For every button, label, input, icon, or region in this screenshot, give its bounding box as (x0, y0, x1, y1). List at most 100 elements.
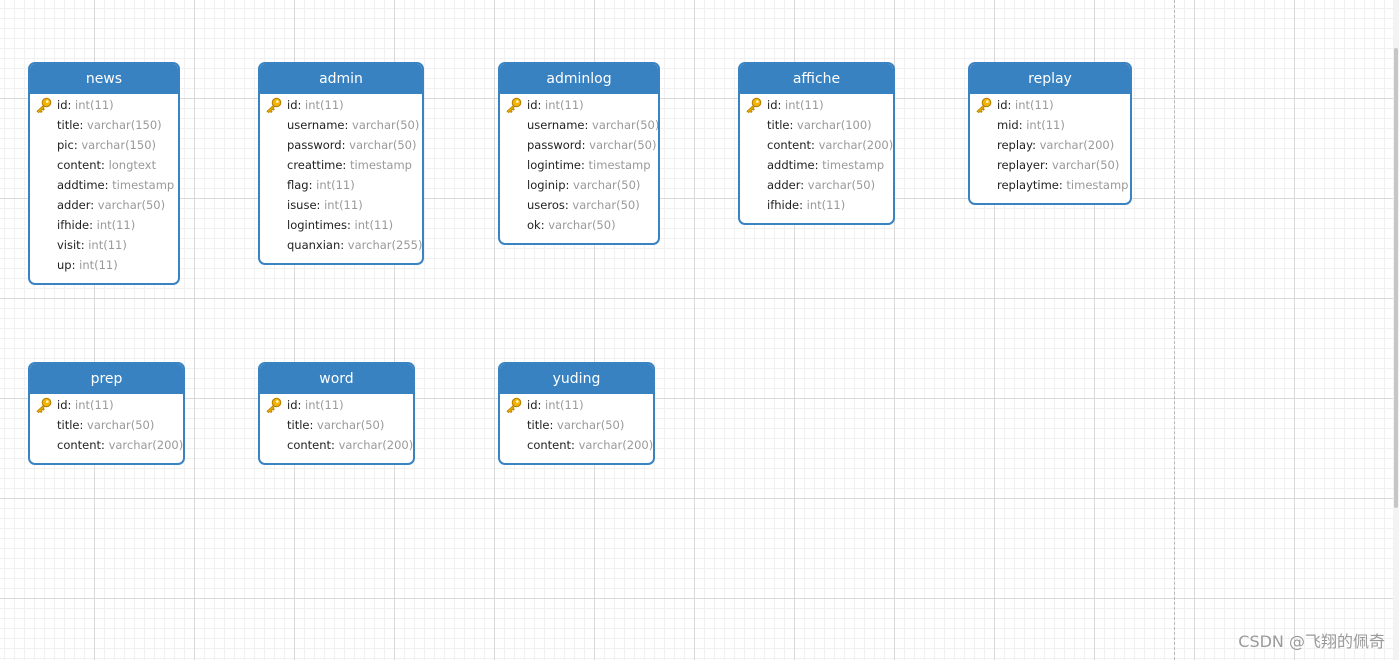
field-row[interactable]: title: varchar(150) (30, 115, 178, 135)
table-prep[interactable]: prep id: int(11) title: varchar(50) content… (28, 362, 185, 465)
field-type: varchar(150) (87, 118, 162, 132)
field-list: id: int(11) title: varchar(50) content: va… (30, 394, 183, 463)
field-type: longtext (108, 158, 157, 172)
field-row[interactable]: username: varchar(50) (500, 115, 658, 135)
field-row[interactable]: replaytime: timestamp (970, 175, 1130, 195)
field-type: varchar(200) (338, 438, 414, 452)
field-row[interactable]: replayer: varchar(50) (970, 155, 1130, 175)
field-name: id (57, 98, 68, 112)
field-row[interactable]: isuse: int(11) (260, 195, 422, 215)
field-name: content (527, 438, 572, 452)
field-row[interactable]: flag: int(11) (260, 175, 422, 195)
field-list: id: int(11) mid: int(11) replay: varchar(2… (970, 94, 1130, 203)
field-type: varchar(200) (818, 138, 894, 152)
field-name: useros (527, 198, 565, 212)
field-type: int(11) (88, 238, 127, 252)
field-name: adder (767, 178, 801, 192)
table-yuding[interactable]: yuding id: int(11) title: varchar(50) conte… (498, 362, 655, 465)
field-row[interactable]: logintime: timestamp (500, 155, 658, 175)
field-type: varchar(50) (97, 198, 166, 212)
table-title: replay (970, 64, 1130, 94)
field-row[interactable]: id: int(11) (500, 395, 653, 415)
field-list: id: int(11) title: varchar(100) content: v… (740, 94, 893, 223)
field-name: replay (997, 138, 1033, 152)
field-row[interactable]: content: varchar(200) (500, 435, 653, 455)
field-row[interactable]: useros: varchar(50) (500, 195, 658, 215)
field-row[interactable]: title: varchar(50) (30, 415, 183, 435)
table-affiche[interactable]: affiche id: int(11) title: varchar(100) con… (738, 62, 895, 225)
field-row[interactable]: password: varchar(50) (260, 135, 422, 155)
csdn-watermark: CSDN @飞翔的佩奇 (1238, 632, 1385, 651)
scrollbar-thumb[interactable] (1394, 48, 1398, 508)
field-row[interactable]: content: longtext (30, 155, 178, 175)
table-title: admin (260, 64, 422, 94)
field-row[interactable]: logintimes: int(11) (260, 215, 422, 235)
table-word[interactable]: word id: int(11) title: varchar(50) content… (258, 362, 415, 465)
field-row[interactable]: password: varchar(50) (500, 135, 658, 155)
field-row[interactable]: quanxian: varchar(255) (260, 235, 422, 255)
field-row[interactable]: id: int(11) (740, 95, 893, 115)
field-row[interactable]: id: int(11) (30, 95, 178, 115)
table-adminlog[interactable]: adminlog id: int(11) username: varchar(50)… (498, 62, 660, 245)
field-row[interactable]: creattime: timestamp (260, 155, 422, 175)
field-name: id (287, 98, 298, 112)
field-type: int(11) (1026, 118, 1065, 132)
key-icon (975, 97, 992, 113)
field-name: ok (527, 218, 541, 232)
key-icon (35, 397, 52, 413)
field-row[interactable]: replay: varchar(200) (970, 135, 1130, 155)
field-name: replayer (997, 158, 1045, 172)
field-row[interactable]: ok: varchar(50) (500, 215, 658, 235)
table-replay[interactable]: replay id: int(11) mid: int(11) replay: var… (968, 62, 1132, 205)
field-type: varchar(50) (317, 418, 385, 432)
field-row[interactable]: id: int(11) (260, 395, 413, 415)
field-row[interactable]: ifhide: int(11) (30, 215, 178, 235)
table-news[interactable]: news id: int(11) title: varchar(150) pic: v… (28, 62, 180, 285)
field-row[interactable]: content: varchar(200) (740, 135, 893, 155)
vertical-scrollbar[interactable] (1393, 0, 1399, 660)
field-row[interactable]: addtime: timestamp (740, 155, 893, 175)
field-row[interactable]: content: varchar(200) (260, 435, 413, 455)
field-separator: : (67, 98, 76, 112)
field-row[interactable]: title: varchar(50) (500, 415, 653, 435)
field-separator: : (549, 418, 558, 432)
table-admin[interactable]: admin id: int(11) username: varchar(50) pas… (258, 62, 424, 265)
field-list: id: int(11) title: varchar(50) content: va… (500, 394, 653, 463)
field-row[interactable]: id: int(11) (30, 395, 183, 415)
field-row[interactable]: title: varchar(100) (740, 115, 893, 135)
field-type: timestamp (588, 158, 651, 172)
field-name: quanxian (287, 238, 341, 252)
field-type: varchar(255) (347, 238, 423, 252)
field-row[interactable]: visit: int(11) (30, 235, 178, 255)
field-row[interactable]: mid: int(11) (970, 115, 1130, 135)
field-name: id (767, 98, 778, 112)
field-row[interactable]: adder: varchar(50) (30, 195, 178, 215)
field-row[interactable]: ifhide: int(11) (740, 195, 893, 215)
field-name: title (57, 418, 80, 432)
field-type: varchar(50) (548, 218, 616, 232)
field-separator: : (344, 118, 353, 132)
field-type: varchar(50) (592, 118, 660, 132)
field-name: id (287, 398, 298, 412)
field-row[interactable]: adder: varchar(50) (740, 175, 893, 195)
field-row[interactable]: loginip: varchar(50) (500, 175, 658, 195)
field-name: creattime (287, 158, 343, 172)
field-row[interactable]: addtime: timestamp (30, 175, 178, 195)
field-type: varchar(100) (797, 118, 872, 132)
field-row[interactable]: id: int(11) (970, 95, 1130, 115)
field-separator: : (309, 418, 318, 432)
field-name: adder (57, 198, 91, 212)
field-type: varchar(50) (87, 418, 155, 432)
field-row[interactable]: id: int(11) (260, 95, 422, 115)
field-row[interactable]: id: int(11) (500, 95, 658, 115)
field-name: flag (287, 178, 309, 192)
field-row[interactable]: title: varchar(50) (260, 415, 413, 435)
field-list: id: int(11) username: varchar(50) password… (260, 94, 422, 263)
field-name: username (287, 118, 345, 132)
field-row[interactable]: content: varchar(200) (30, 435, 183, 455)
field-type: int(11) (545, 398, 584, 412)
field-type: varchar(50) (807, 178, 876, 192)
field-row[interactable]: username: varchar(50) (260, 115, 422, 135)
field-row[interactable]: pic: varchar(150) (30, 135, 178, 155)
field-row[interactable]: up: int(11) (30, 255, 178, 275)
